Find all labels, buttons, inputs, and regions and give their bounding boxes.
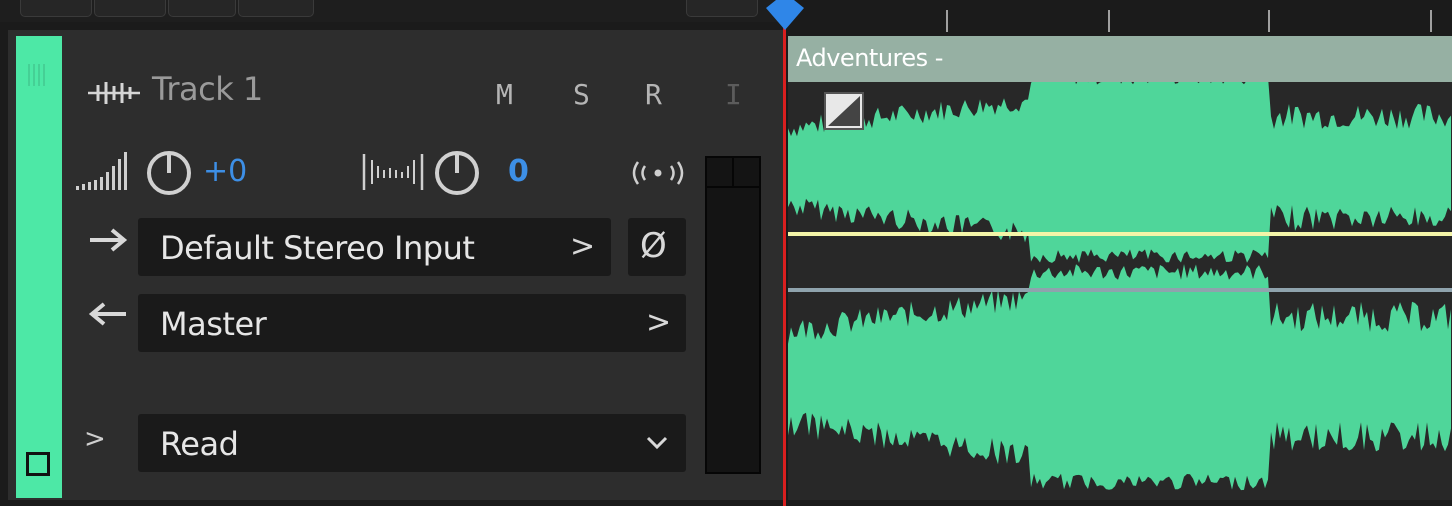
toolbar-button[interactable] — [686, 0, 758, 17]
volume-icon — [76, 152, 127, 190]
input-select[interactable]: Default Stereo Input > — [138, 218, 611, 276]
input-monitor-button[interactable]: I — [725, 78, 742, 111]
chevron-right-icon: > — [570, 229, 596, 264]
automation-mode-select[interactable]: Read — [138, 414, 686, 472]
playhead-line[interactable] — [783, 8, 786, 506]
chevron-down-icon — [646, 436, 668, 450]
solo-button[interactable]: S — [573, 78, 590, 111]
ruler-tick — [1268, 10, 1270, 32]
output-select-value: Master — [160, 305, 267, 343]
fade-handle-icon[interactable] — [824, 92, 864, 130]
output-arrow-icon — [88, 302, 126, 326]
track-color-strip[interactable] — [16, 36, 62, 498]
audio-clip[interactable] — [788, 82, 1452, 500]
input-arrow-icon — [90, 228, 128, 252]
audio-track-icon — [88, 82, 140, 104]
clip-title[interactable]: Adventures - — [796, 44, 943, 72]
toolbar-button[interactable] — [238, 0, 314, 17]
mute-button[interactable]: M — [496, 78, 513, 111]
track-name[interactable]: Track 1 — [152, 70, 263, 108]
ruler-tick — [946, 10, 948, 32]
stereo-output-icon[interactable] — [628, 158, 688, 188]
pan-knob[interactable] — [432, 148, 482, 198]
chevron-right-icon: > — [646, 305, 672, 340]
track-level-meter — [705, 156, 761, 474]
volume-value[interactable]: +0 — [203, 154, 247, 189]
phase-icon: Ø — [640, 226, 667, 266]
meter-peak-right — [734, 158, 759, 188]
automation-mode-value: Read — [160, 425, 239, 463]
pan-icon — [362, 154, 424, 190]
toolbar-button[interactable] — [168, 0, 236, 17]
pan-value[interactable]: 0 — [508, 154, 529, 189]
waveform-channel — [788, 264, 1451, 491]
track-select-checkbox[interactable] — [26, 452, 50, 476]
record-arm-button[interactable]: R — [645, 78, 662, 111]
volume-knob[interactable] — [144, 148, 194, 198]
output-select[interactable]: Master > — [138, 294, 686, 352]
input-select-value: Default Stereo Input — [160, 229, 475, 267]
meter-peak-left — [707, 158, 734, 188]
waveform — [788, 82, 1452, 491]
toolbar-button[interactable] — [94, 0, 166, 17]
automation-expand-toggle[interactable]: > — [84, 424, 106, 454]
playhead-marker-icon[interactable] — [764, 0, 806, 32]
ruler-tick — [1430, 10, 1432, 32]
drag-handle-icon[interactable] — [28, 64, 48, 86]
timeline-ruler[interactable] — [786, 0, 1452, 32]
toolbar-button[interactable] — [20, 0, 92, 17]
phase-invert-button[interactable]: Ø — [628, 218, 686, 276]
ruler-tick — [1108, 10, 1110, 32]
